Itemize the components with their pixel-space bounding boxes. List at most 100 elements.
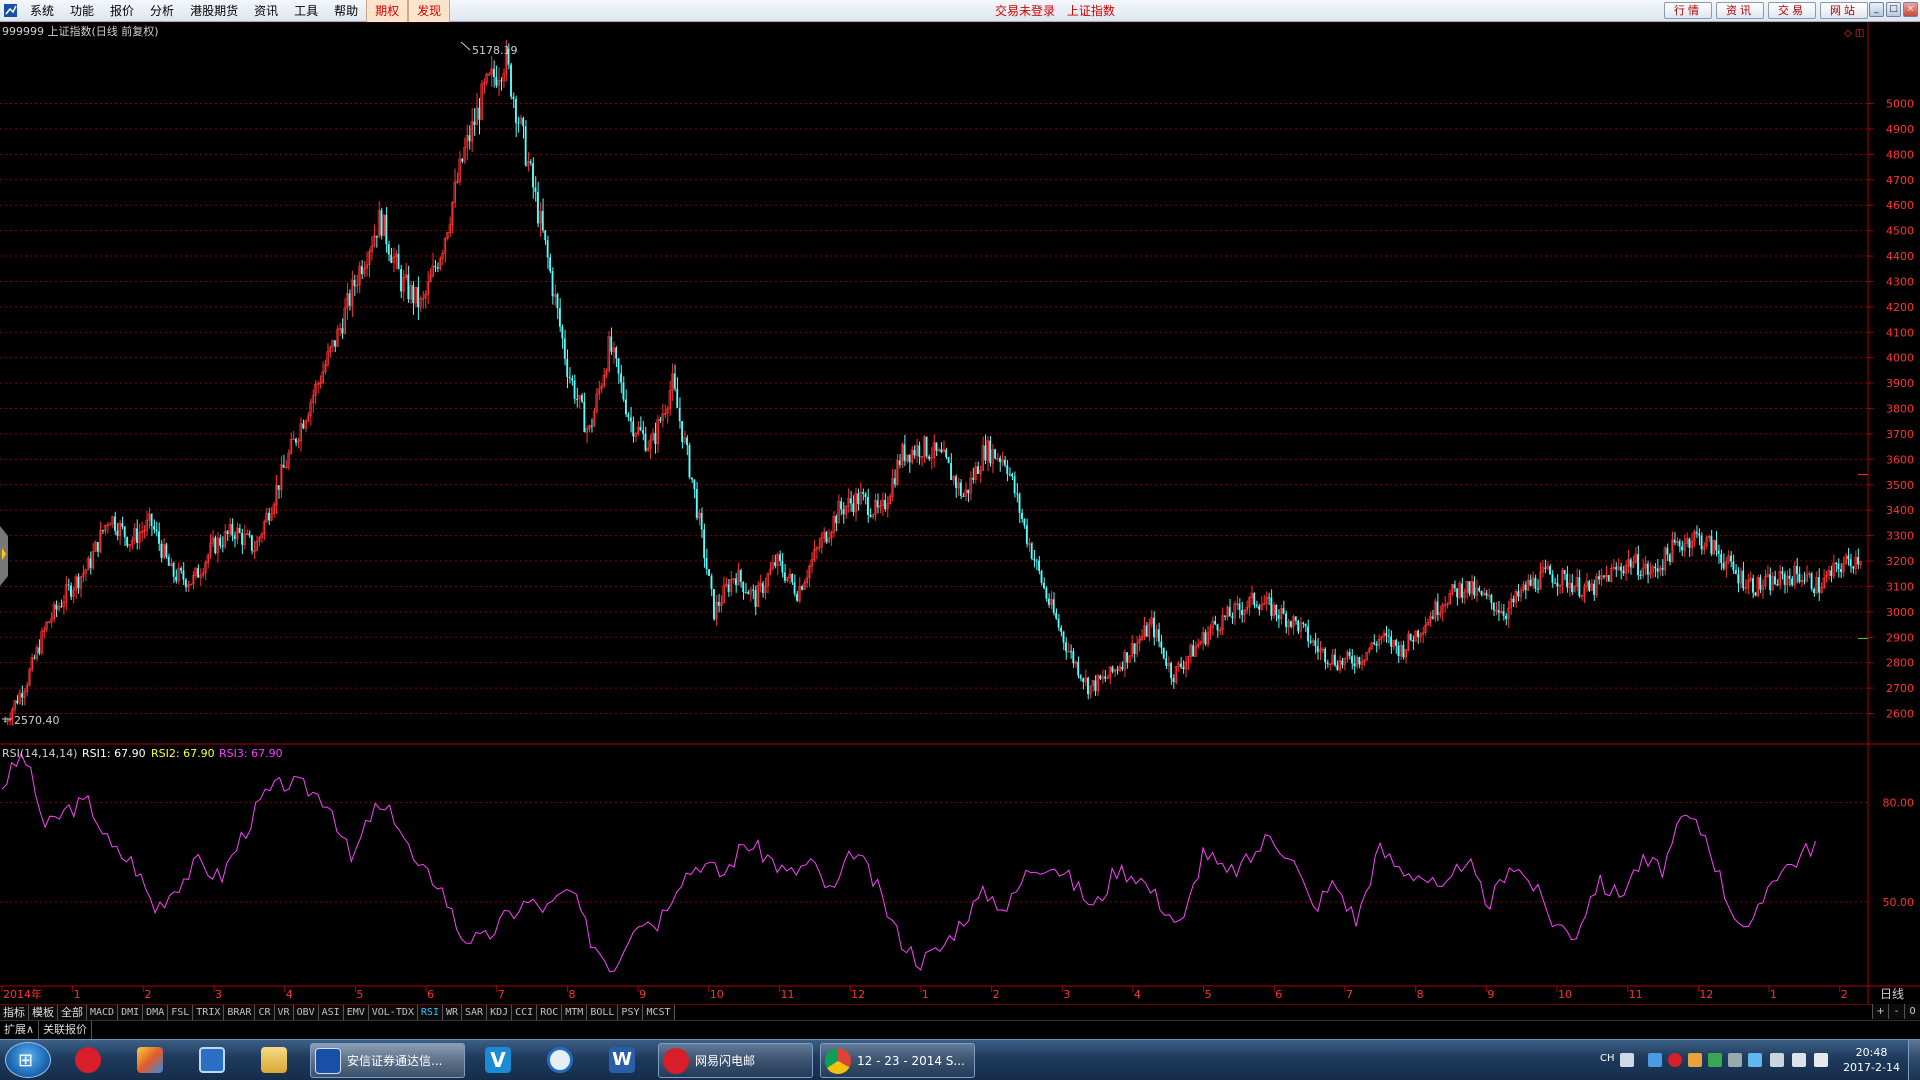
time-tick-label: 7 [498, 988, 505, 1001]
menu-quote[interactable]: 报价 [102, 0, 142, 22]
website-button[interactable]: 网站 [1820, 2, 1868, 19]
menu-options[interactable]: 期权 [366, 0, 409, 22]
time-tick-label: 1 [1770, 988, 1777, 1001]
indicator-tab-group-2[interactable]: 全部 [58, 1005, 87, 1020]
related-quotes-tab[interactable]: 关联报价 [39, 1021, 93, 1039]
candle [1849, 553, 1852, 573]
maximize-icon[interactable]: □ [1886, 2, 1901, 17]
candle [482, 78, 486, 95]
candle [101, 529, 104, 534]
news-button[interactable]: 资讯 [1716, 2, 1764, 19]
zoom-out-button[interactable]: - [1888, 1004, 1904, 1019]
candle [1194, 641, 1197, 657]
period-label[interactable]: 日线 [1880, 987, 1904, 1001]
tray-sync-icon[interactable] [1748, 1053, 1762, 1067]
word-pinned-icon[interactable]: W [600, 1044, 644, 1076]
start-button[interactable]: ⊞ [5, 1042, 51, 1078]
indicator-tab-cr[interactable]: CR [255, 1005, 275, 1020]
task-tdx-app[interactable]: 安信证券通达信... [310, 1043, 465, 1078]
menu-tools[interactable]: 工具 [286, 0, 326, 22]
zoom-in-button[interactable]: + [1872, 1004, 1888, 1019]
candle [380, 207, 383, 240]
reset-button[interactable]: 0 [1904, 1004, 1920, 1019]
volume-icon[interactable] [1792, 1053, 1806, 1067]
network-icon[interactable] [1770, 1053, 1784, 1067]
trade-button[interactable]: 交易 [1768, 2, 1816, 19]
indicator-tab-obv[interactable]: OBV [293, 1005, 319, 1020]
action-center-icon[interactable] [1814, 1053, 1828, 1067]
indicator-tab-emv[interactable]: EMV [343, 1005, 369, 1020]
menu-system[interactable]: 系统 [22, 0, 62, 22]
keyboard-icon[interactable] [1620, 1053, 1634, 1067]
expand-tab[interactable]: 扩展∧ [0, 1021, 40, 1039]
candle [114, 511, 116, 535]
show-desktop-button[interactable] [1908, 1040, 1920, 1080]
menu-help[interactable]: 帮助 [326, 0, 366, 22]
candle [1367, 646, 1371, 655]
candle [465, 124, 469, 161]
close-icon[interactable]: × [1903, 2, 1918, 17]
task-chrome[interactable]: 12 - 23 - 2014 S... [820, 1043, 975, 1078]
menu-hk-futures[interactable]: 港股期货 [182, 0, 246, 22]
netease-mail-pinned-icon[interactable] [66, 1044, 110, 1076]
menu-info[interactable]: 资讯 [246, 0, 286, 22]
indicator-tab-voltdx[interactable]: VOL-TDX [368, 1005, 418, 1020]
indicator-tab-dmi[interactable]: DMI [118, 1005, 144, 1020]
tray-usb-icon[interactable] [1728, 1053, 1742, 1067]
candle [1142, 616, 1146, 640]
tray-mail-icon[interactable] [1668, 1053, 1682, 1067]
indicator-tab-fsl[interactable]: FSL [168, 1005, 194, 1020]
candle [1734, 564, 1737, 575]
indicator-tab-group-1[interactable]: 模板 [29, 1005, 58, 1020]
tray-folder-icon[interactable] [1688, 1053, 1702, 1067]
clock[interactable]: 20:48 2017-2-14 [1843, 1045, 1900, 1075]
candle [81, 564, 85, 583]
indicator-tab-asi[interactable]: ASI [318, 1005, 344, 1020]
indicator-tab-roc[interactable]: ROC [537, 1005, 563, 1020]
menu-analysis[interactable]: 分析 [142, 0, 182, 22]
indicator-tab-kdj[interactable]: KDJ [487, 1005, 513, 1020]
tray-app-icon[interactable] [1648, 1053, 1662, 1067]
time-tick-label: 2 [993, 988, 1000, 1001]
v-app-pinned-icon[interactable]: V [476, 1044, 520, 1076]
chart-options-icon[interactable]: ◇ ◫ [1844, 28, 1864, 39]
market-button[interactable]: 行情 [1664, 2, 1712, 19]
explorer-pinned-icon[interactable] [252, 1044, 296, 1076]
indicator-tab-cci[interactable]: CCI [512, 1005, 538, 1020]
indicator-tab-sar[interactable]: SAR [462, 1005, 488, 1020]
rsi-tick-label: 80.00 [1883, 796, 1915, 809]
candle [299, 417, 302, 452]
indicator-tab-wr[interactable]: WR [442, 1005, 463, 1020]
rsi-series [1, 752, 1816, 973]
candle [646, 440, 650, 452]
paint-pinned-icon[interactable] [128, 1044, 172, 1076]
indicator-tab-group-0[interactable]: 指标 [0, 1005, 29, 1020]
indicator-tab-rsi[interactable]: RSI [417, 1005, 443, 1020]
candle [16, 695, 19, 705]
menu-discover[interactable]: 发现 [408, 0, 451, 22]
candle [1397, 641, 1400, 663]
candle [536, 181, 539, 228]
weibo-pinned-icon[interactable] [538, 1044, 582, 1076]
indicator-tab-mtm[interactable]: MTM [562, 1005, 588, 1020]
virtualbox-pinned-icon[interactable] [190, 1044, 234, 1076]
language-indicator[interactable]: CH [1600, 1053, 1615, 1064]
task-netease-mail[interactable]: 网易闪电邮 [658, 1043, 813, 1078]
chart-area[interactable]: 2600270028002900300031003200330034003500… [0, 22, 1920, 1004]
minimize-icon[interactable]: _ [1869, 2, 1884, 17]
candle [708, 568, 710, 577]
indicator-tab-dma[interactable]: DMA [143, 1005, 169, 1020]
indicator-tab-vr[interactable]: VR [274, 1005, 294, 1020]
tray-security-icon[interactable] [1708, 1053, 1722, 1067]
price-tick-label: 4000 [1886, 352, 1914, 365]
indicator-tab-brar[interactable]: BRAR [224, 1005, 256, 1020]
indicator-tab-psy[interactable]: PSY [618, 1005, 644, 1020]
menu-function[interactable]: 功能 [62, 0, 102, 22]
indicator-tab-boll[interactable]: BOLL [587, 1005, 619, 1020]
candle [197, 564, 199, 578]
candle [810, 552, 813, 574]
indicator-tab-mcst[interactable]: MCST [643, 1005, 675, 1020]
indicator-tab-macd[interactable]: MACD [87, 1005, 119, 1020]
indicator-tab-trix[interactable]: TRIX [193, 1005, 225, 1020]
candle [1766, 565, 1769, 578]
